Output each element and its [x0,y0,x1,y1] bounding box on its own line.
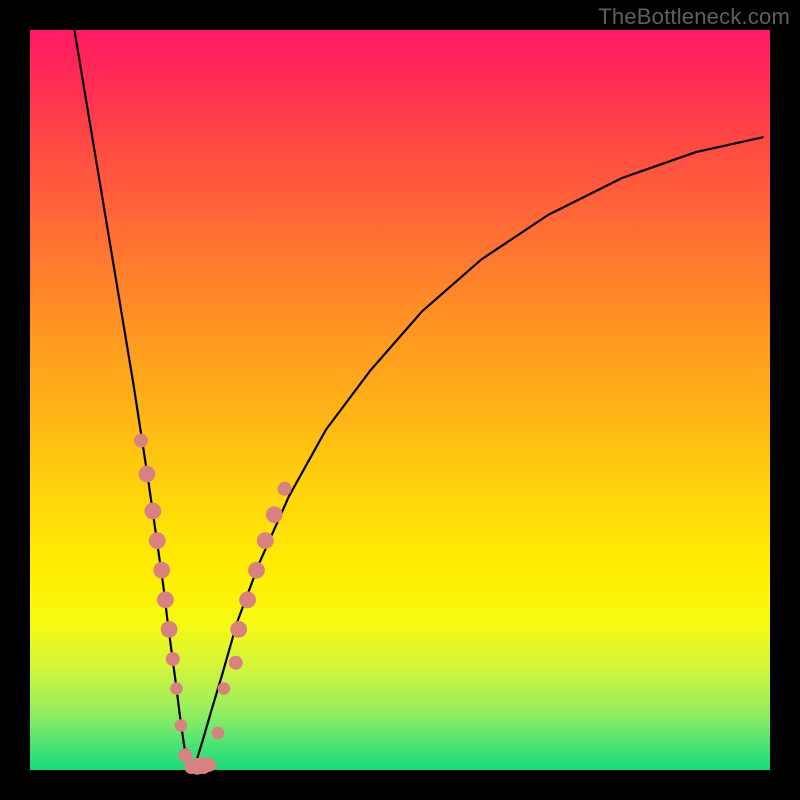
marker-group [134,434,292,775]
data-marker [178,748,192,762]
data-marker [230,621,247,638]
data-marker [144,503,161,520]
right-branch-curve [193,137,763,768]
chart-frame: TheBottleneck.com [0,0,800,800]
data-marker [139,466,156,483]
data-marker [218,682,231,695]
data-marker [166,652,180,666]
data-marker [134,434,148,448]
data-marker [202,758,216,772]
plot-area [30,30,770,770]
data-marker [278,482,292,496]
data-marker [149,532,166,549]
data-marker [157,591,174,608]
curve-layer [30,30,770,770]
data-marker [239,591,256,608]
data-marker [266,506,283,523]
data-marker [153,562,170,579]
data-marker [248,562,265,579]
watermark-text: TheBottleneck.com [598,4,790,30]
data-marker [257,532,274,549]
data-marker [170,682,183,695]
data-marker [212,727,225,740]
data-marker [175,719,188,732]
data-marker [161,621,178,638]
data-marker [229,656,243,670]
